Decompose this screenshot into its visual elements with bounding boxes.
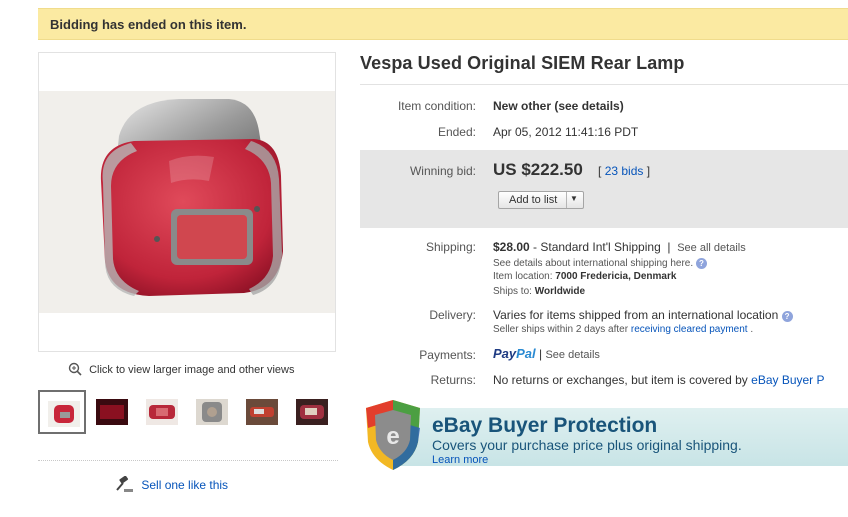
payments-label: Payments: xyxy=(419,348,476,362)
buyer-protection-link[interactable]: eBay Buyer P xyxy=(751,373,824,387)
thumbnail-4[interactable] xyxy=(188,390,236,434)
item-location: Item location: 7000 Fredericia, Denmark xyxy=(493,271,676,282)
add-to-list-separator xyxy=(566,192,567,208)
thumbnail-1[interactable] xyxy=(38,390,86,434)
sell-text: Sell one like this xyxy=(141,478,229,492)
thumbnail-6[interactable] xyxy=(288,390,336,434)
thumbnail-3[interactable] xyxy=(138,390,186,434)
ended-label: Ended: xyxy=(437,125,476,139)
shipping-separator: | xyxy=(667,240,671,254)
paypal-logo: PayPal xyxy=(493,346,536,361)
winning-bid-price: US $222.50 xyxy=(493,160,583,179)
bid-count: [ 23 bids ] xyxy=(598,164,650,178)
item-location-label: Item location: xyxy=(493,271,553,282)
buyer-protection-subtitle: Covers your purchase price plus original… xyxy=(432,437,742,453)
bid-box xyxy=(360,150,848,228)
bid-history-link[interactable]: 23 bids xyxy=(605,164,644,178)
returns-text: No returns or exchanges, but item is cov… xyxy=(493,373,748,387)
add-to-list-button[interactable]: Add to list ▼ xyxy=(498,191,584,209)
ended-value: Apr 05, 2012 11:41:16 PDT xyxy=(493,125,639,139)
view-larger-text: Click to view larger image and other vie… xyxy=(89,364,295,376)
international-shipping-note: See details about international shipping… xyxy=(493,258,707,269)
view-larger-link[interactable]: Click to view larger image and other vie… xyxy=(68,362,294,376)
delivery-note-text: Seller ships within 2 days after xyxy=(493,324,629,335)
thumbnail-2[interactable] xyxy=(88,390,136,434)
payment-details-link[interactable]: See details xyxy=(545,349,599,361)
delivery-note-end: . xyxy=(750,324,754,335)
status-banner: Bidding has ended on this item. xyxy=(38,8,848,40)
shield-icon: e xyxy=(362,398,424,477)
main-image-frame[interactable] xyxy=(38,52,336,352)
winning-bid-label: Winning bid: xyxy=(409,164,476,178)
payments-value: PayPal | See details xyxy=(493,346,600,361)
thumbnail-5[interactable] xyxy=(238,390,286,434)
sell-one-like-this-link[interactable]: Sell one like this xyxy=(114,475,229,494)
help-icon[interactable]: ? xyxy=(781,311,793,322)
help-icon[interactable]: ? xyxy=(695,258,707,269)
gavel-icon xyxy=(114,475,141,492)
item-title: Vespa Used Original SIEM Rear Lamp xyxy=(360,53,685,73)
delivery-text: Varies for items shipped from an interna… xyxy=(493,308,779,322)
dropdown-arrow-icon[interactable]: ▼ xyxy=(570,194,578,203)
shipping-cost: $28.00 xyxy=(493,240,530,254)
payments-separator: | xyxy=(539,347,543,361)
delivery-note: Seller ships within 2 days after receivi… xyxy=(493,324,753,335)
shipping-method: - Standard Int'l Shipping xyxy=(529,240,661,254)
condition-value[interactable]: New other (see details) xyxy=(493,99,624,113)
ships-to-label: Ships to: xyxy=(493,286,532,297)
returns-label: Returns: xyxy=(430,373,476,387)
svg-text:e: e xyxy=(386,423,399,450)
bid-bracket-close: ] xyxy=(646,164,651,178)
item-location-value: 7000 Fredericia, Denmark xyxy=(555,271,677,282)
buyer-protection-title: eBay Buyer Protection xyxy=(432,414,658,437)
gallery-divider xyxy=(38,460,338,461)
magnifier-icon xyxy=(68,362,82,376)
paypal-logo-pal: Pal xyxy=(516,346,536,361)
shipping-line: $28.00 - Standard Int'l Shipping | See a… xyxy=(493,240,746,254)
ships-to-value: Worldwide xyxy=(534,286,586,297)
shipping-label: Shipping: xyxy=(425,240,476,254)
cleared-payment-link[interactable]: receiving cleared payment xyxy=(631,324,748,335)
returns-value: No returns or exchanges, but item is cov… xyxy=(493,373,825,387)
add-to-list-label: Add to list xyxy=(509,194,558,206)
thumbnail-strip xyxy=(38,390,338,436)
international-shipping-text[interactable]: See details about international shipping… xyxy=(493,258,693,269)
title-divider xyxy=(360,84,848,85)
bid-bracket-open: [ xyxy=(598,164,602,178)
main-product-image[interactable] xyxy=(39,91,335,313)
ships-to: Ships to: Worldwide xyxy=(493,286,585,297)
delivery-label: Delivery: xyxy=(429,308,476,322)
see-all-details-link[interactable]: See all details xyxy=(677,242,746,254)
buyer-protection-banner[interactable]: e eBay Buyer Protection Covers your purc… xyxy=(362,396,848,472)
delivery-value: Varies for items shipped from an interna… xyxy=(493,308,793,322)
learn-more-link[interactable]: Learn more xyxy=(432,454,488,466)
paypal-logo-pay: Pay xyxy=(493,346,517,361)
condition-label: Item condition: xyxy=(397,99,476,113)
banner-text: Bidding has ended on this item. xyxy=(50,17,247,32)
